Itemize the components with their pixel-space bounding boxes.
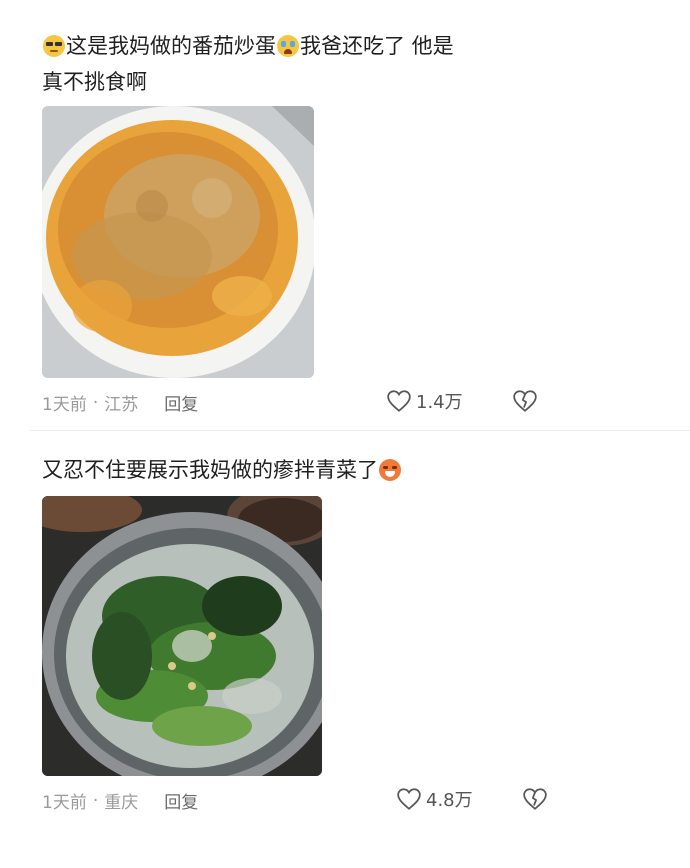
comment-item-2: 又忍不住要展示我妈做的瘆拌青菜了 1天前 · 重庆 回复 4.8万 [0, 0, 690, 813]
greens-soup-dish-image [42, 496, 322, 776]
dislike-button[interactable] [522, 787, 548, 815]
comment-location: 重庆 [104, 793, 139, 813]
broken-heart-icon [523, 788, 547, 810]
laughing-crying-face-icon [379, 459, 401, 481]
comment-time: 1天前 [42, 793, 87, 813]
comment-meta: 1天前 · 重庆 回复 [42, 788, 198, 814]
reply-button[interactable]: 回复 [164, 788, 198, 813]
comment-photo[interactable] [42, 496, 322, 776]
like-count: 4.8万 [426, 790, 473, 811]
like-button[interactable]: 4.8万 [396, 786, 473, 812]
comment-text: 又忍不住要展示我妈做的瘆拌青菜了 [42, 452, 642, 488]
heart-icon [397, 788, 421, 810]
